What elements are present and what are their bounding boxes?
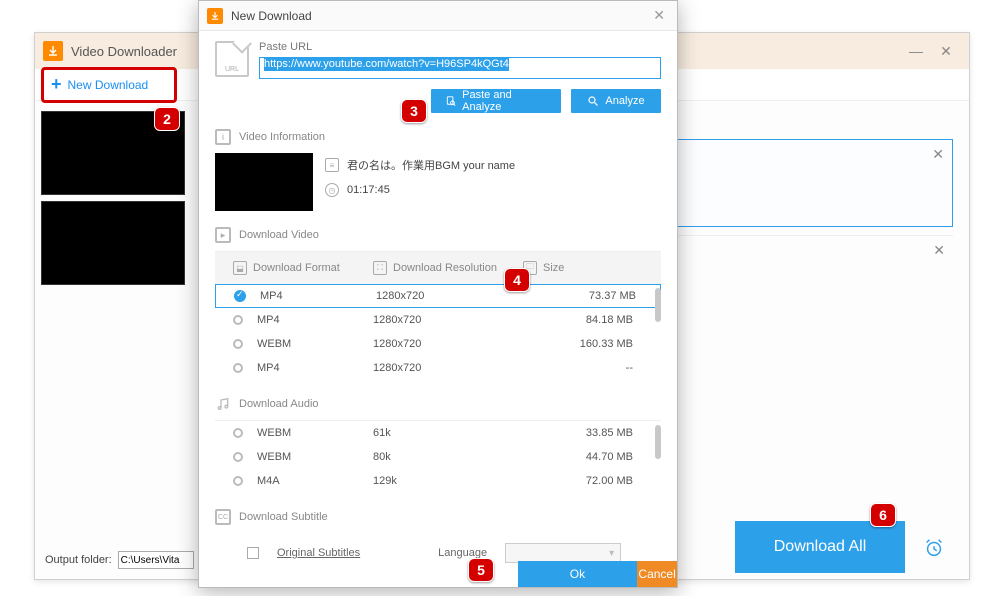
annotation-badge-2: 2 (154, 107, 180, 131)
format-cell: WEBM (257, 451, 373, 463)
original-subtitles-checkbox[interactable] (247, 547, 259, 559)
url-file-icon: URL (215, 41, 249, 77)
analyze-label: Analyze (605, 95, 644, 107)
dialog-footer: Ok Cancel (199, 561, 677, 587)
minimize-button[interactable]: — (901, 37, 931, 65)
queue-thumbnail[interactable] (41, 201, 185, 285)
format-cell: M4A (257, 475, 373, 487)
new-download-dialog: New Download ✕ URL Paste URL https://www… (198, 0, 678, 588)
paste-and-analyze-button[interactable]: Paste and Analyze (431, 89, 561, 113)
radio-icon[interactable] (233, 315, 243, 325)
resolution-cell: 1280x720 (373, 362, 523, 374)
video-table-header: ⬓Download Format ⛶Download Resolution 🗀S… (215, 252, 661, 284)
dialog-body: URL Paste URL https://www.youtube.com/wa… (199, 31, 677, 563)
download-all-label: Download All (774, 538, 867, 556)
table-row[interactable]: MP41280x720-- (215, 356, 661, 380)
cc-icon: CC (215, 509, 231, 525)
app-logo-icon (43, 41, 63, 61)
new-download-button[interactable]: + New Download (35, 69, 164, 100)
format-icon: ⬓ (233, 261, 247, 275)
clock-icon: ◷ (325, 183, 339, 197)
table-row[interactable]: WEBM1280x720160.33 MB (215, 332, 661, 356)
download-video-label: Download Video (239, 229, 319, 241)
table-row[interactable]: M4A129k72.00 MB (215, 469, 661, 493)
resolution-cell: 129k (373, 475, 523, 487)
app-logo-icon (207, 8, 223, 24)
annotation-badge-6: 6 (870, 503, 896, 527)
url-input[interactable]: https://www.youtube.com/watch?v=H96SP4kQ… (259, 57, 661, 79)
language-select[interactable]: ▾ (505, 543, 621, 563)
radio-icon[interactable] (233, 363, 243, 373)
download-audio-label: Download Audio (239, 398, 319, 410)
annotation-badge-5: 5 (468, 558, 494, 582)
table-row[interactable]: MP41280x72084.18 MB (215, 308, 661, 332)
size-cell: 33.85 MB (523, 427, 633, 439)
scrollbar-thumb[interactable] (655, 288, 661, 322)
cancel-button[interactable]: Cancel (637, 561, 677, 587)
audio-rows: WEBM61k33.85 MBWEBM80k44.70 MBM4A129k72.… (215, 421, 661, 493)
size-cell: 73.37 MB (526, 290, 636, 302)
document-icon: ≡ (325, 158, 339, 172)
video-icon: ▸ (215, 227, 231, 243)
new-download-label: New Download (68, 78, 149, 92)
size-cell: -- (523, 362, 633, 374)
radio-icon[interactable] (233, 476, 243, 486)
table-row[interactable]: MP41280x72073.37 MB (215, 284, 661, 308)
alarm-icon[interactable] (923, 537, 945, 559)
format-cell: MP4 (260, 290, 376, 302)
plus-icon: + (51, 74, 62, 95)
resolution-cell: 80k (373, 451, 523, 463)
info-icon: i (215, 129, 231, 145)
video-thumbnail (215, 153, 313, 211)
resolution-cell: 61k (373, 427, 523, 439)
format-cell: WEBM (257, 338, 373, 350)
video-info-label: Video Information (239, 131, 325, 143)
radio-icon[interactable] (233, 452, 243, 462)
annotation-badge-3: 3 (401, 99, 427, 123)
size-cell: 160.33 MB (523, 338, 633, 350)
table-row[interactable]: WEBM80k44.70 MB (215, 445, 661, 469)
table-row[interactable]: WEBM61k33.85 MB (215, 421, 661, 445)
audio-icon (215, 396, 231, 412)
resolution-icon: ⛶ (373, 261, 387, 275)
download-all-button[interactable]: Download All (735, 521, 905, 573)
footer: Output folder: (45, 551, 194, 569)
size-cell: 72.00 MB (523, 475, 633, 487)
queue-row: ✕ (673, 235, 953, 265)
resolution-cell: 1280x720 (373, 314, 523, 326)
format-cell: MP4 (257, 362, 373, 374)
format-cell: MP4 (257, 314, 373, 326)
search-icon (587, 95, 599, 107)
video-title: 君の名は。作業用BGM your name (347, 157, 515, 173)
paste-url-label: Paste URL (259, 41, 661, 53)
analyze-button[interactable]: Analyze (571, 89, 661, 113)
annotation-badge-4: 4 (504, 268, 530, 292)
resolution-cell: 1280x720 (373, 338, 523, 350)
close-button[interactable]: ✕ (931, 37, 961, 65)
original-subtitles-label[interactable]: Original Subtitles (277, 547, 360, 559)
ok-button[interactable]: Ok (518, 561, 638, 587)
format-cell: WEBM (257, 427, 373, 439)
video-rows: MP41280x72073.37 MBMP41280x72084.18 MBWE… (215, 284, 661, 380)
download-subtitle-label: Download Subtitle (239, 511, 328, 523)
dialog-close-button[interactable]: ✕ (649, 7, 669, 24)
dialog-titlebar: New Download ✕ (199, 1, 677, 31)
radio-icon[interactable] (234, 290, 246, 302)
drop-url-area[interactable]: ✕ (673, 139, 953, 227)
output-folder-label: Output folder: (45, 554, 112, 566)
size-cell: 84.18 MB (523, 314, 633, 326)
output-folder-input[interactable] (118, 551, 194, 569)
radio-icon[interactable] (233, 339, 243, 349)
video-duration: 01:17:45 (347, 184, 390, 196)
scrollbar-thumb[interactable] (655, 425, 661, 459)
radio-icon[interactable] (233, 428, 243, 438)
clipboard-search-icon (445, 95, 456, 107)
size-cell: 44.70 MB (523, 451, 633, 463)
dialog-title: New Download (231, 9, 649, 23)
paste-analyze-label: Paste and Analyze (462, 89, 547, 113)
close-icon[interactable]: ✕ (933, 242, 945, 259)
resolution-cell: 1280x720 (376, 290, 526, 302)
close-icon[interactable]: ✕ (932, 146, 944, 163)
